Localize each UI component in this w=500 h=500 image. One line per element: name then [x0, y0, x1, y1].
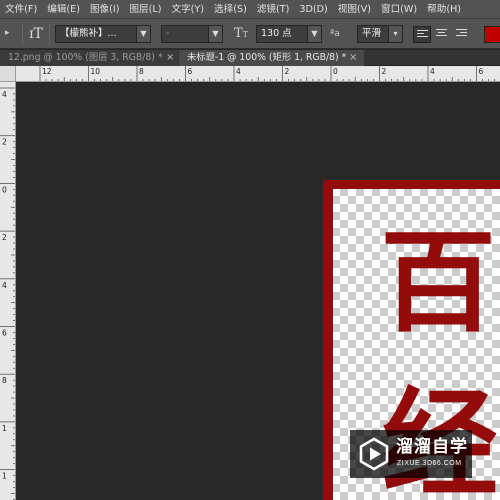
ruler-label: 2	[285, 67, 290, 76]
vertical-type-toggle-icon[interactable]: ɪT	[28, 26, 44, 42]
ruler-label: 0	[333, 67, 338, 76]
menu-view[interactable]: 视图(V)	[333, 0, 376, 19]
options-separator	[49, 24, 50, 44]
ruler-label: 6	[188, 67, 193, 76]
align-center-icon	[436, 29, 447, 39]
vertical-ruler-ticks: 4 2 0 2 4 6 8 1 1	[0, 87, 15, 500]
align-right-button[interactable]	[453, 26, 471, 43]
watermark-title: 溜溜自学	[396, 437, 468, 457]
chevron-down-icon: ▾	[388, 26, 402, 42]
antialias-value: 平滑	[362, 28, 382, 39]
tab-label: 未标题-1 @ 100% (矩形 1, RGB/8) *	[187, 52, 347, 63]
text-color-swatch[interactable]	[484, 26, 500, 43]
vertical-ruler[interactable]: 4 2 0 2 4 6 8 1 1	[0, 82, 16, 500]
antialias-select[interactable]: 平滑 ▾	[357, 25, 403, 43]
antialias-icon: ªa	[330, 29, 340, 39]
menu-window[interactable]: 窗口(W)	[376, 0, 422, 19]
ruler-label: 6	[479, 67, 484, 76]
menu-type[interactable]: 文字(Y)	[167, 0, 210, 19]
font-size-select[interactable]: 130 点 ▼	[256, 25, 322, 43]
tab-untitled-1[interactable]: 未标题-1 @ 100% (矩形 1, RGB/8) * ×	[179, 50, 364, 66]
menu-bar: 文件(F) 编辑(E) 图像(I) 图层(L) 文字(Y) 选择(S) 滤镜(T…	[0, 0, 500, 19]
ruler-label: 6	[2, 329, 7, 338]
menu-image[interactable]: 图像(I)	[85, 0, 125, 19]
menu-layer[interactable]: 图层(L)	[124, 0, 166, 19]
ruler-label: 8	[139, 67, 144, 76]
ruler-label: 10	[91, 67, 101, 76]
tab-label: 12.png @ 100% (图层 3, RGB/8) *	[8, 52, 163, 63]
font-size-icon: TT	[233, 26, 248, 41]
horizontal-ruler[interactable]: 12 10 8 6 4 2 0 2 4 6	[16, 66, 500, 82]
align-center-button[interactable]	[433, 26, 451, 43]
ruler-label: 1	[2, 472, 7, 481]
ruler-label: 8	[2, 376, 7, 385]
align-right-icon	[456, 29, 467, 39]
menu-3d[interactable]: 3D(D)	[294, 0, 332, 19]
font-family-value: 【檬熊补】...	[60, 28, 117, 39]
watermark-url: ZIXUE.3D66.COM	[397, 460, 462, 467]
font-style-value: -	[166, 28, 170, 39]
font-style-select[interactable]: - ▼	[161, 25, 223, 43]
menu-select[interactable]: 选择(S)	[209, 0, 252, 19]
horizontal-ruler-ticks: 12 10 8 6 4 2 0 2 4 6	[39, 66, 496, 81]
seal-character-top[interactable]: 百	[380, 228, 496, 338]
menu-edit[interactable]: 编辑(E)	[42, 0, 85, 19]
ruler-origin[interactable]	[0, 66, 16, 82]
ruler-label: 2	[2, 233, 7, 242]
ruler-label: 0	[2, 185, 7, 194]
options-bar: ▸ ɪT 【檬熊补】... ▼ - ▼ TT 130 点 ▼ ªa 平滑 ▾	[0, 19, 500, 49]
align-left-icon	[417, 30, 428, 40]
watermark-logo: 溜溜自学 ZIXUE.3D66.COM	[350, 430, 472, 478]
menu-help[interactable]: 帮助(H)	[422, 0, 466, 19]
align-left-button[interactable]	[413, 26, 431, 43]
ruler-label: 4	[430, 67, 435, 76]
tab-12-png[interactable]: 12.png @ 100% (图层 3, RGB/8) * ×	[0, 50, 178, 66]
ruler-label: 4	[2, 90, 7, 99]
font-family-select[interactable]: 【檬熊补】... ▼	[55, 25, 151, 43]
play-logo-icon	[359, 437, 389, 471]
options-separator	[22, 24, 23, 44]
menu-filter[interactable]: 滤镜(T)	[252, 0, 295, 19]
chevron-down-icon: ▼	[307, 26, 321, 42]
close-icon[interactable]: ×	[349, 50, 357, 66]
font-size-value: 130 点	[261, 28, 292, 39]
ruler-label: 2	[2, 138, 7, 147]
type-tool-preset-icon[interactable]: ▸	[5, 28, 27, 40]
chevron-down-icon: ▼	[208, 26, 222, 42]
ruler-label: 4	[2, 281, 7, 290]
ruler-label: 12	[42, 67, 52, 76]
ruler-label: 2	[382, 67, 387, 76]
menu-file[interactable]: 文件(F)	[0, 0, 42, 19]
ruler-label: 1	[2, 424, 7, 433]
ruler-label: 4	[236, 67, 241, 76]
document-tab-bar: 12.png @ 100% (图层 3, RGB/8) * × 未标题-1 @ …	[0, 50, 500, 66]
close-icon[interactable]: ×	[166, 50, 174, 66]
chevron-down-icon: ▼	[136, 26, 150, 42]
